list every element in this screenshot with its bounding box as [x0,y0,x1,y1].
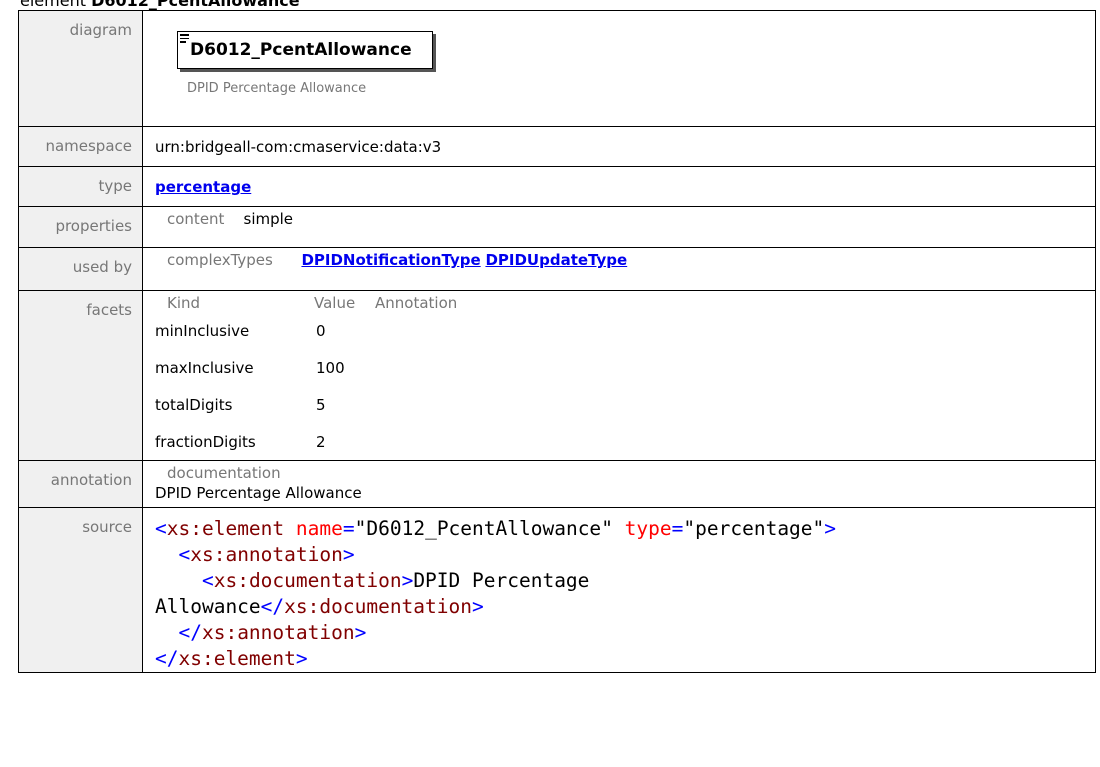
facet-value: 0 [316,321,326,340]
source-label: source [18,507,143,673]
annotation-text: DPID Percentage Allowance [155,484,362,502]
facet-kind: fractionDigits [155,432,256,451]
namespace-value: urn:bridgeall-com:cmaservice:data:v3 [155,138,442,156]
properties-key: content [167,210,225,228]
page-title-element-name: D6012_PcentAllowance [91,0,300,10]
namespace-label: namespace [18,126,143,167]
used-by-link-dpid-update-type[interactable]: DPIDUpdateType [485,251,627,269]
facets-header-kind: Kind [167,294,201,312]
diagram-element-name: D6012_PcentAllowance [190,40,412,60]
facets-header-annotation: Annotation [375,294,458,312]
type-label: type [18,166,143,207]
annotation-row: annotation documentation DPID Percentage… [18,460,1096,508]
properties-row: properties content simple [18,206,1096,248]
facet-row: fractionDigits 2 [151,423,457,460]
used-by-link-dpid-notification-type[interactable]: DPIDNotificationType [301,251,480,269]
type-link[interactable]: percentage [155,178,251,196]
namespace-row: namespace urn:bridgeall-com:cmaservice:d… [18,126,1096,167]
facets-header-value: Value [314,294,356,312]
facets-label: facets [18,290,143,461]
facet-kind: minInclusive [155,321,250,340]
facets-row: facets Kind Value Annotation minInclusiv… [18,290,1096,461]
facet-kind: maxInclusive [155,358,254,377]
annotation-label: annotation [18,460,143,508]
properties-label: properties [18,206,143,248]
source-code: <xs:element name="D6012_PcentAllowance" … [155,517,837,670]
element-diagram-box[interactable]: D6012_PcentAllowance [177,31,433,69]
used-by-row: used by complexTypes DPIDNotificationTyp… [18,247,1096,291]
facet-value: 2 [316,432,326,451]
diagram-documentation: DPID Percentage Allowance [187,81,367,96]
facet-kind: totalDigits [155,395,233,414]
facets-header-row: Kind Value Annotation [151,294,457,312]
used-by-kind: complexTypes [167,251,273,269]
type-row: type percentage [18,166,1096,207]
facet-row: maxInclusive 100 [151,349,457,386]
properties-value: simple [243,210,294,228]
diagram-row: diagram D6012_PcentAllowance DPID Percen… [18,10,1096,127]
source-row: source <xs:element name="D6012_PcentAllo… [18,507,1096,673]
element-properties-table: diagram D6012_PcentAllowance DPID Percen… [18,10,1096,673]
element-lines-icon [180,34,189,45]
facet-value: 5 [316,395,326,414]
diagram-label: diagram [18,10,143,127]
used-by-label: used by [18,247,143,291]
page-title-prefix: element [20,0,92,10]
diagram-cell: D6012_PcentAllowance DPID Percentage All… [142,10,1096,127]
facet-row: minInclusive 0 [151,312,457,349]
facet-row: totalDigits 5 [151,386,457,423]
facets-table: Kind Value Annotation minInclusive 0 max… [151,294,457,460]
annotation-heading: documentation [167,464,281,482]
facet-value: 100 [316,358,345,377]
